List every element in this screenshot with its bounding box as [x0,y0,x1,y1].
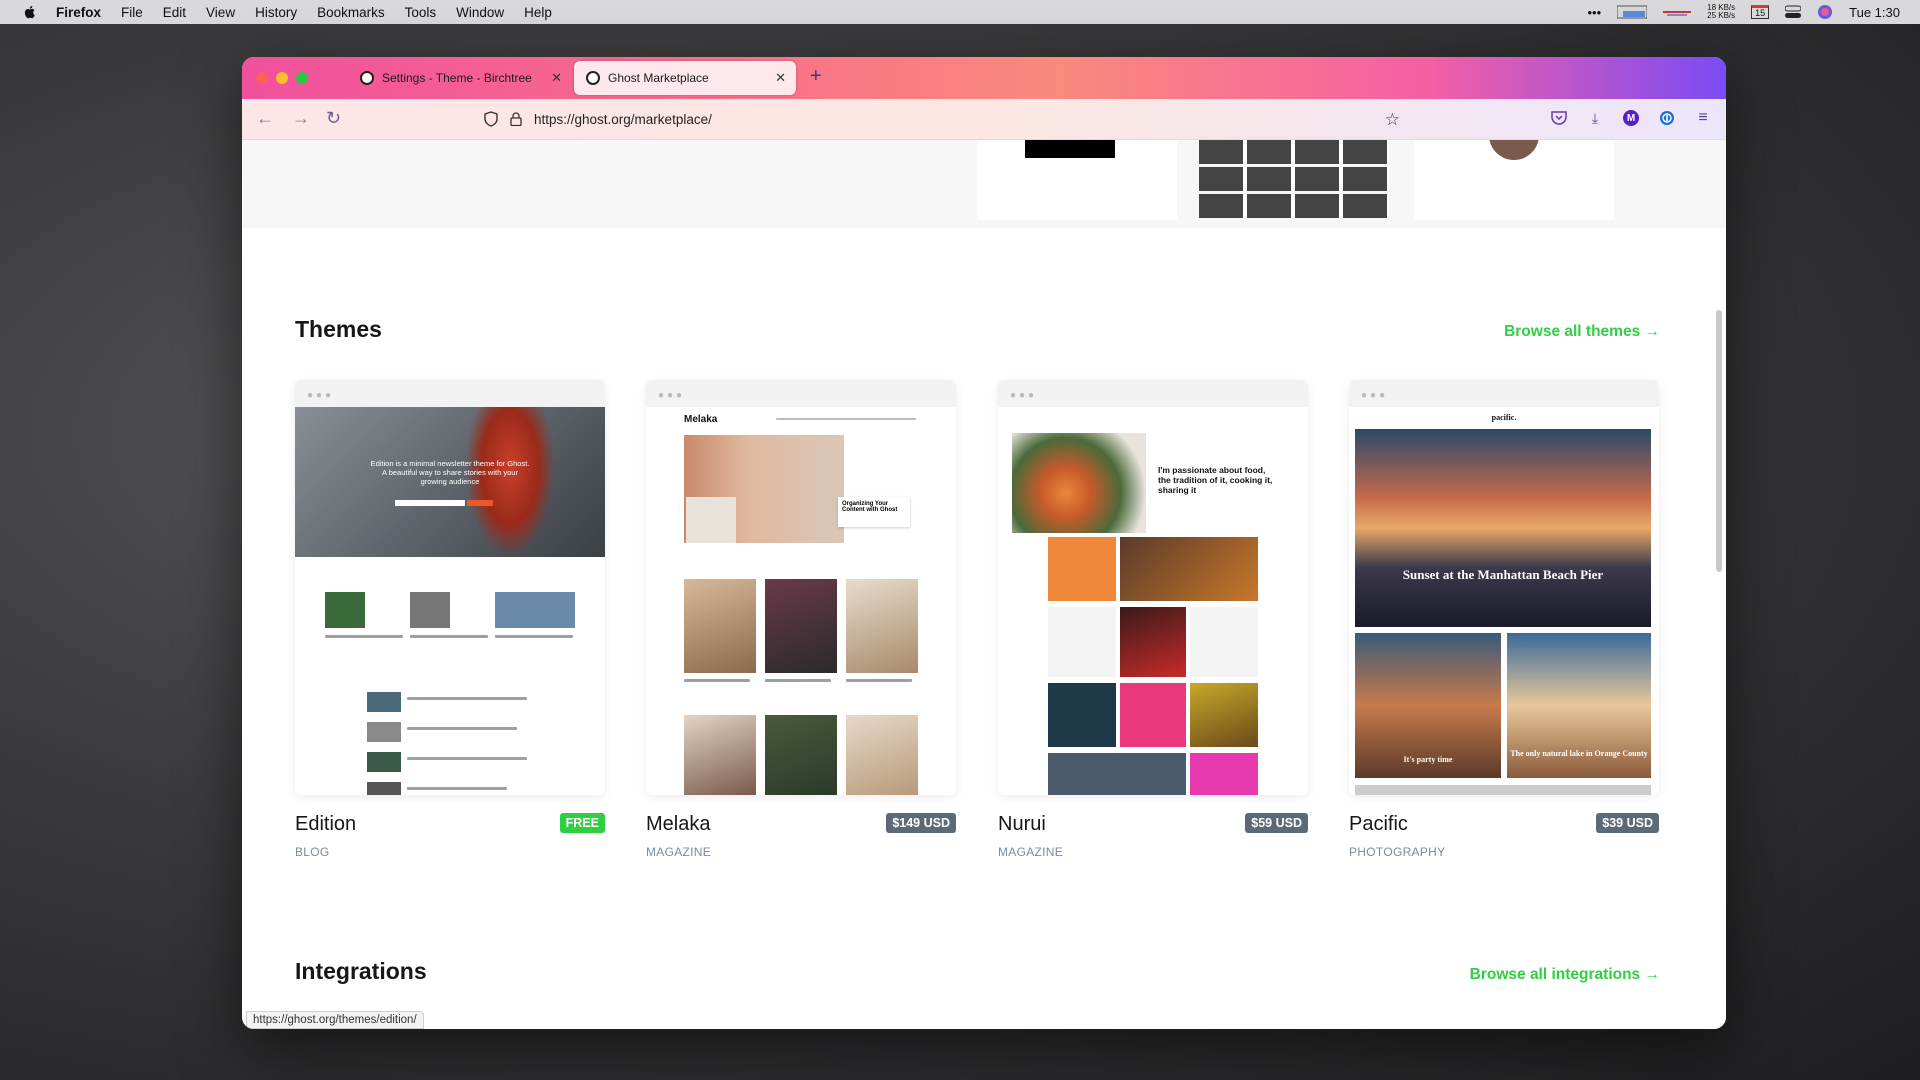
menu-history[interactable]: History [255,5,297,20]
edition-hero-text: Edition is a minimal newsletter theme fo… [370,459,530,486]
calendar-icon[interactable]: 15 [1751,5,1770,19]
browser-window: Settings - Theme - Birchtree ✕ Ghost Mar… [242,57,1726,1029]
address-bar[interactable]: https://ghost.org/marketplace/ ☆ [472,104,1422,134]
control-center-icon[interactable] [1785,5,1802,19]
net-download: 25 KB/s [1707,11,1736,20]
integration-card-partial[interactable] [1197,140,1397,220]
tab-bar: Settings - Theme - Birchtree ✕ Ghost Mar… [242,57,1726,99]
nurui-screenshot: I'm passionate about food, the tradition… [998,407,1308,795]
pacific-screenshot: pacific. Sunset at the Manhattan Beach P… [1349,407,1659,795]
forward-arrow-icon[interactable]: → [292,108,310,129]
download-icon[interactable]: ⤓ [1586,109,1604,127]
integrations-heading: Integrations [295,958,427,984]
window-dots-icon: ●●● [307,390,335,401]
melaka-screenshot: Melaka Organizing Your Content with Ghos… [646,407,956,795]
url-text[interactable]: https://ghost.org/marketplace/ [534,112,712,127]
window-dots-icon: ●●● [1010,390,1038,401]
tab-title: Settings - Theme - Birchtree [382,71,532,85]
melaka-card-text: Organizing Your Content with Ghost [838,497,910,527]
browse-all-themes-link[interactable]: Browse all themes → [1504,323,1660,341]
theme-card-nurui[interactable]: ●●● I'm passionate about food, the tradi… [998,380,1308,859]
menubar-clock[interactable]: Tue 1:30 [1849,5,1900,20]
themes-heading: Themes [295,316,382,342]
menu-edit[interactable]: Edit [163,5,186,20]
apple-menu-icon[interactable] [22,4,38,20]
new-tab-plus-icon[interactable]: + [810,65,822,88]
menu-window[interactable]: Window [456,5,504,20]
pacific-logo: pacific. [1491,413,1517,422]
minimize-window-button[interactable] [276,72,288,84]
integration-card-partial[interactable] [977,140,1177,220]
menu-app-name[interactable]: Firefox [56,5,101,20]
network-speed: 18 KB/s 25 KB/s [1707,4,1735,20]
reload-icon[interactable]: ↻ [326,108,341,129]
menu-bookmarks[interactable]: Bookmarks [317,5,385,20]
window-dots-icon: ●●● [658,390,686,401]
theme-name[interactable]: Melaka [646,813,710,836]
profile-avatar[interactable]: M [1622,109,1640,127]
nav-toolbar: ← → ↻ https://ghost.org/marketplace/ ☆ ⤓… [242,99,1726,140]
zoom-window-button[interactable] [296,72,308,84]
ghost-favicon-icon [360,71,374,85]
theme-category: MAGAZINE [646,845,712,859]
price-badge: $39 USD [1596,813,1659,833]
macos-menu-bar: Firefox File Edit View History Bookmarks… [0,0,1920,24]
back-arrow-icon[interactable]: ← [256,108,274,129]
more-dots-icon[interactable]: ••• [1587,5,1601,20]
password-manager-icon[interactable] [1658,109,1676,127]
close-tab-icon[interactable]: ✕ [551,70,562,86]
nurui-headline: I'm passionate about food, the tradition… [1158,465,1273,495]
theme-preview[interactable]: ●●● Edition is a minimal newsletter them… [295,380,605,795]
siri-icon[interactable] [1817,4,1833,20]
theme-preview[interactable]: ●●● I'm passionate about food, the tradi… [998,380,1308,795]
page-scrollbar[interactable] [1716,310,1722,572]
theme-card-edition[interactable]: ●●● Edition is a minimal newsletter them… [295,380,605,859]
theme-preview[interactable]: ●●● Melaka Organizing Your Content with … [646,380,956,795]
price-badge: $59 USD [1245,813,1308,833]
bookmark-star-icon[interactable]: ☆ [1385,110,1400,130]
theme-name[interactable]: Nurui [998,813,1046,836]
ghost-favicon-icon [586,71,600,85]
calendar-day: 15 [1755,8,1766,18]
theme-category: PHOTOGRAPHY [1349,845,1446,859]
menu-tools[interactable]: Tools [405,5,437,20]
price-badge: FREE [559,813,605,833]
integration-card-partial[interactable] [1414,140,1614,220]
window-dots-icon: ●●● [1361,390,1389,401]
melaka-logo: Melaka [684,414,718,425]
close-tab-icon[interactable]: ✕ [775,70,786,86]
menu-file[interactable]: File [121,5,143,20]
theme-card-pacific[interactable]: ●●● pacific. Sunset at the Manhattan Bea… [1349,380,1659,859]
menu-help[interactable]: Help [524,5,552,20]
lock-icon[interactable] [510,112,522,126]
network-graph-icon[interactable] [1663,4,1692,20]
cpu-graph-icon[interactable] [1617,4,1648,20]
pacific-tile1: It's party time [1403,755,1453,764]
pacific-tile2: The only natural lake in Orange County [1510,749,1648,758]
theme-category: BLOG [295,845,330,859]
price-badge: $149 USD [886,813,956,833]
page-content: Themes Browse all themes → ●●● Edition i… [242,140,1726,1029]
menu-extras: ••• 18 KB/s 25 KB/s 15 Tue 1:30 [1587,0,1900,24]
tracking-shield-icon[interactable] [484,111,498,127]
theme-card-melaka[interactable]: ●●● Melaka Organizing Your Content with … [646,380,956,859]
close-window-button[interactable] [256,72,268,84]
pacific-hero-title: Sunset at the Manhattan Beach Pier [1402,567,1604,582]
menu-view[interactable]: View [206,5,235,20]
theme-category: MAGAZINE [998,845,1064,859]
theme-name[interactable]: Edition [295,813,356,836]
edition-screenshot: Edition is a minimal newsletter theme fo… [295,407,605,795]
link-status-bar: https://ghost.org/themes/edition/ [246,1011,424,1029]
hamburger-menu-icon[interactable]: ≡ [1694,109,1712,127]
previous-section-strip [242,140,1726,228]
pocket-icon[interactable] [1550,109,1568,127]
theme-name[interactable]: Pacific [1349,813,1408,836]
tab-ghost-marketplace[interactable]: Ghost Marketplace ✕ [574,61,796,95]
browse-all-integrations-link[interactable]: Browse all integrations → [1470,966,1660,984]
profile-initial: M [1623,110,1639,126]
tab-title: Ghost Marketplace [608,71,709,85]
theme-preview[interactable]: ●●● pacific. Sunset at the Manhattan Bea… [1349,380,1659,795]
tab-settings-birchtree[interactable]: Settings - Theme - Birchtree ✕ [348,61,572,95]
